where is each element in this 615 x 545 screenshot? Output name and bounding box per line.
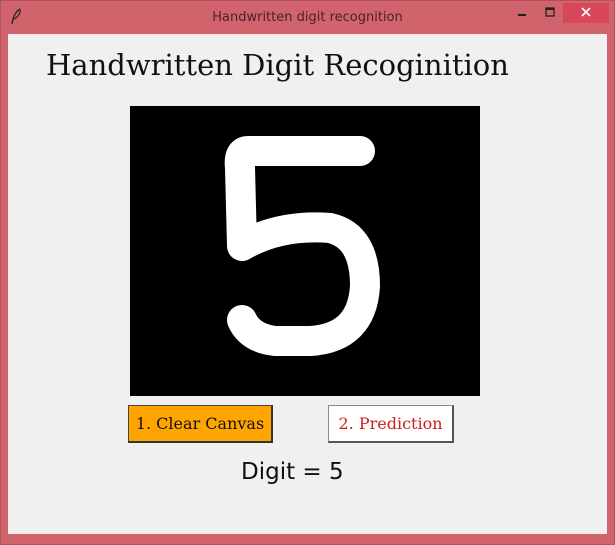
clear-canvas-button[interactable]: 1. Clear Canvas [128,405,273,443]
close-icon [581,4,591,22]
app-window: Handwritten digit recognition Handwritte… [0,0,615,545]
page-title: Handwritten Digit Recoginition [46,48,509,82]
maximize-button[interactable] [535,3,565,23]
close-button[interactable] [563,3,609,23]
minimize-button[interactable] [507,3,537,23]
app-client-area: Handwritten Digit Recoginition 1. Clear … [8,34,607,534]
prediction-result: Digit = 5 [241,459,344,485]
maximize-icon [545,4,555,22]
minimize-icon [517,4,527,22]
prediction-button[interactable]: 2. Prediction [328,405,454,443]
title-bar[interactable]: Handwritten digit recognition [1,1,614,33]
drawn-digit-stroke [224,136,380,356]
drawing-canvas[interactable] [130,106,480,396]
